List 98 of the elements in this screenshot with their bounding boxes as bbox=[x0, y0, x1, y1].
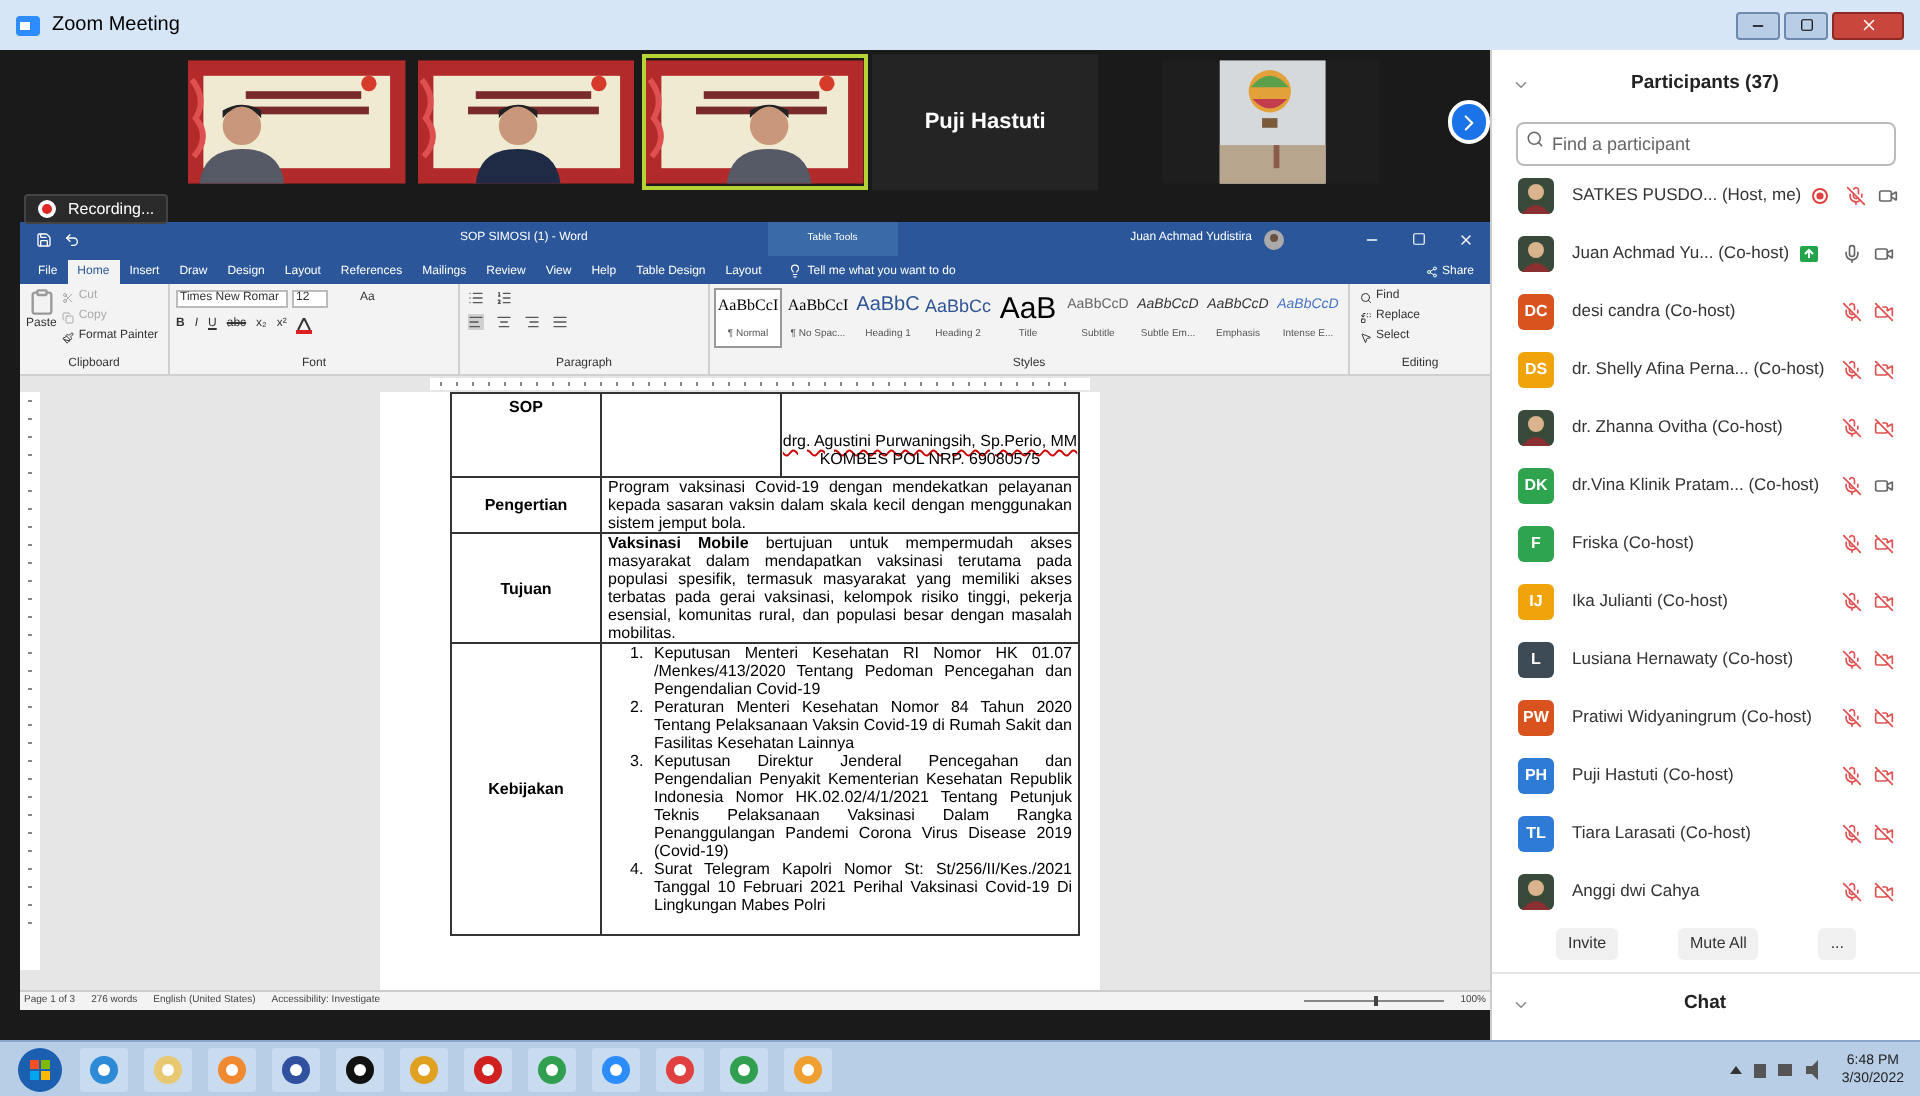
participant-row[interactable]: L Lusiana Hernawaty (Co-host) bbox=[1492, 630, 1920, 688]
list-number: 1. bbox=[630, 644, 646, 666]
participant-row[interactable]: PH Puji Hastuti (Co-host) bbox=[1492, 746, 1920, 804]
avatar: DK bbox=[1518, 467, 1554, 503]
align-right-icon[interactable] bbox=[524, 314, 540, 330]
participant-name: Friska (Co-host) bbox=[1572, 530, 1694, 556]
maximize-button[interactable] bbox=[1784, 11, 1828, 39]
cell-text: Program vaksinasi Covid-19 dengan mendekatkan pelayanan kepada sasaran vaksin dalam skala kecil dengan menggunakan sistem jemput bola. bbox=[608, 478, 1072, 532]
participant-name: Anggi dwi Cahya bbox=[1572, 878, 1700, 904]
participant-row[interactable]: PW Pratiwi Widyaningrum (Co-host) bbox=[1492, 688, 1920, 746]
panel-button[interactable]: ... bbox=[1818, 928, 1856, 960]
scissors-icon bbox=[62, 291, 75, 303]
avatar: PW bbox=[1518, 699, 1554, 735]
participant-row[interactable]: DS dr. Shelly Afina Perna... (Co-host) bbox=[1492, 340, 1920, 398]
share-icon bbox=[1425, 266, 1438, 278]
participant-name: Lusiana Hernawaty (Co-host) bbox=[1572, 646, 1794, 672]
avatar: F bbox=[1518, 525, 1554, 561]
panel-button[interactable]: Mute All bbox=[1677, 928, 1759, 960]
panel-title: Chat bbox=[1681, 990, 1729, 1019]
close-icon bbox=[1859, 16, 1877, 34]
list-number: 2. bbox=[630, 698, 646, 720]
panel-title: Participants (37) bbox=[1629, 69, 1781, 98]
undo-icon[interactable] bbox=[64, 231, 80, 247]
participant-row[interactable]: TL Tiara Larasati (Co-host) bbox=[1492, 804, 1920, 862]
list-item: Keputusan Direktur Jenderal Pencegahan dan Pengendalian Penyakit Kementerian Kesehatan Republik Indonesia Nomor HK.02.02/4/1/2021 Tentang Petunjuk Teknis Pelaksanaan Vaksinasi Dalam Rangka Penanggulangan Pandemi Corona Virus Disease 2019 (Covid-19) bbox=[654, 752, 1072, 860]
lightbulb-icon bbox=[787, 264, 802, 278]
participant-row[interactable]: dr. Zhanna Ovitha (Co-host) bbox=[1492, 398, 1920, 456]
avatar-icon bbox=[1518, 409, 1554, 445]
justify-icon[interactable] bbox=[552, 314, 568, 330]
pointer-icon bbox=[1360, 331, 1372, 343]
clipboard-icon bbox=[27, 288, 56, 316]
avatar: DS bbox=[1518, 351, 1554, 387]
participant-name: Pratiwi Widyaningrum (Co-host) bbox=[1572, 704, 1812, 730]
avatar: IJ bbox=[1518, 583, 1554, 619]
recording-label: Recording... bbox=[68, 197, 155, 221]
participant-name: dr. Zhanna Ovitha (Co-host) bbox=[1572, 414, 1783, 440]
table-cell: Kebijakan bbox=[451, 643, 601, 935]
app-icon[interactable] bbox=[336, 1047, 384, 1091]
participant-row[interactable]: F Friska (Co-host) bbox=[1492, 514, 1920, 572]
zoom-thumb[interactable] bbox=[1374, 996, 1379, 1006]
table-cell: SOP bbox=[451, 393, 601, 477]
table-cell: Pengertian bbox=[451, 477, 601, 533]
avatar: PH bbox=[1518, 757, 1554, 793]
signature-line: drg. Agustini Purwaningsih, Sp.Perio, MM bbox=[782, 432, 1078, 450]
avatar: TL bbox=[1518, 815, 1554, 851]
numbering-icon[interactable] bbox=[496, 290, 512, 306]
participant-row[interactable]: SATKES PUSDO... (Host, me) bbox=[1492, 166, 1920, 224]
signature-line: KOMBES POL NRP. 69080575 bbox=[817, 450, 1043, 468]
record-icon bbox=[38, 200, 56, 218]
search-icon bbox=[1360, 291, 1372, 303]
camera-icon bbox=[16, 15, 40, 35]
participant-name: Tiara Larasati (Co-host) bbox=[1572, 820, 1751, 846]
participant-row[interactable]: DK dr.Vina Klinik Pratam... (Co-host) bbox=[1492, 456, 1920, 514]
participant-name: Juan Achmad Yu... (Co-host) bbox=[1572, 240, 1790, 266]
cell-text: Vaksinasi Mobile bertujuan untuk mempermudah akses masyarakat dalam mendapatkan vaksinasi terutama pada populasi spesifik, termasuk masyarakat yang memiliki akses terbatas pada gerai vaksinasi, kelompok risiko tinggi, pekerja esensial, komunitas rural, dan populasi besar dengan masalah mobilitas. bbox=[608, 534, 1072, 642]
search-icon bbox=[1526, 130, 1544, 148]
avatar-icon bbox=[1518, 177, 1554, 213]
window-title: Zoom Meeting bbox=[52, 12, 180, 40]
participant-name: SATKES PUSDO... (Host, me) bbox=[1572, 182, 1802, 208]
close-button[interactable] bbox=[1832, 11, 1904, 39]
start-button[interactable] bbox=[16, 1045, 64, 1093]
avatar-icon bbox=[1518, 873, 1554, 909]
list-number: 3. bbox=[630, 752, 646, 774]
restore-icon[interactable] bbox=[1412, 232, 1426, 246]
participant-row[interactable]: Juan Achmad Yu... (Co-host) bbox=[1492, 224, 1920, 282]
table-cell: Tujuan bbox=[451, 533, 601, 643]
align-left-icon[interactable] bbox=[468, 314, 484, 330]
participant-name: desi candra (Co-host) bbox=[1572, 298, 1736, 324]
maximize-icon bbox=[1799, 18, 1813, 32]
participant-name: dr.Vina Klinik Pratam... (Co-host) bbox=[1572, 472, 1820, 498]
participant-row[interactable]: DC desi candra (Co-host) bbox=[1492, 282, 1920, 340]
avatar-icon bbox=[1518, 235, 1554, 271]
paintbrush-icon bbox=[62, 331, 75, 343]
participant-name: Puji Hastuti (Co-host) bbox=[1572, 762, 1734, 788]
list-number: 4. bbox=[630, 860, 646, 882]
participant-name: Puji Hastuti bbox=[924, 107, 1046, 138]
participant-row[interactable]: Anggi dwi Cahya bbox=[1492, 862, 1920, 920]
avatar: DC bbox=[1518, 293, 1554, 329]
align-center-icon[interactable] bbox=[496, 314, 512, 330]
list-item: Keputusan Menteri Kesehatan RI Nomor HK 01.07 /Menkes/413/2020 Tentang Pedoman Pencegahan dan Pengendalian Covid-19 bbox=[654, 644, 1072, 698]
copy-icon bbox=[62, 311, 75, 323]
participant-name: dr. Shelly Afina Perna... (Co-host) bbox=[1572, 356, 1825, 382]
next-button[interactable] bbox=[1447, 100, 1490, 144]
list-item: Surat Telegram Kapolri Nomor St: St/256/II/Kes./2021 Tanggal 10 Februari 2021 Perihal Vaksinasi Covid-19 Di Lingkungan Mabes Polri bbox=[654, 860, 1072, 914]
user-avatar-icon bbox=[1264, 229, 1284, 249]
list-item: Peraturan Menteri Kesehatan Nomor 84 Tahun 2020 Tentang Pelaksanaan Vaksin Covid-19 di Rumah Sakit dan Fasilitas Kesehatan Lainnya bbox=[654, 698, 1072, 752]
save-icon[interactable] bbox=[36, 231, 52, 247]
search-field[interactable]: Find a participant bbox=[1516, 122, 1896, 166]
participant-row[interactable]: IJ Ika Julianti (Co-host) bbox=[1492, 572, 1920, 630]
font-color-icon[interactable] bbox=[296, 317, 313, 333]
close-icon[interactable] bbox=[1458, 231, 1474, 247]
replace-icon bbox=[1360, 311, 1372, 323]
app-icon[interactable] bbox=[272, 1047, 320, 1091]
collapse-icon[interactable] bbox=[1512, 996, 1530, 1014]
panel-button[interactable]: Invite bbox=[1556, 928, 1619, 960]
bullets-icon[interactable] bbox=[468, 290, 484, 306]
participant-name: Ika Julianti (Co-host) bbox=[1572, 588, 1728, 614]
avatar: L bbox=[1518, 641, 1554, 677]
